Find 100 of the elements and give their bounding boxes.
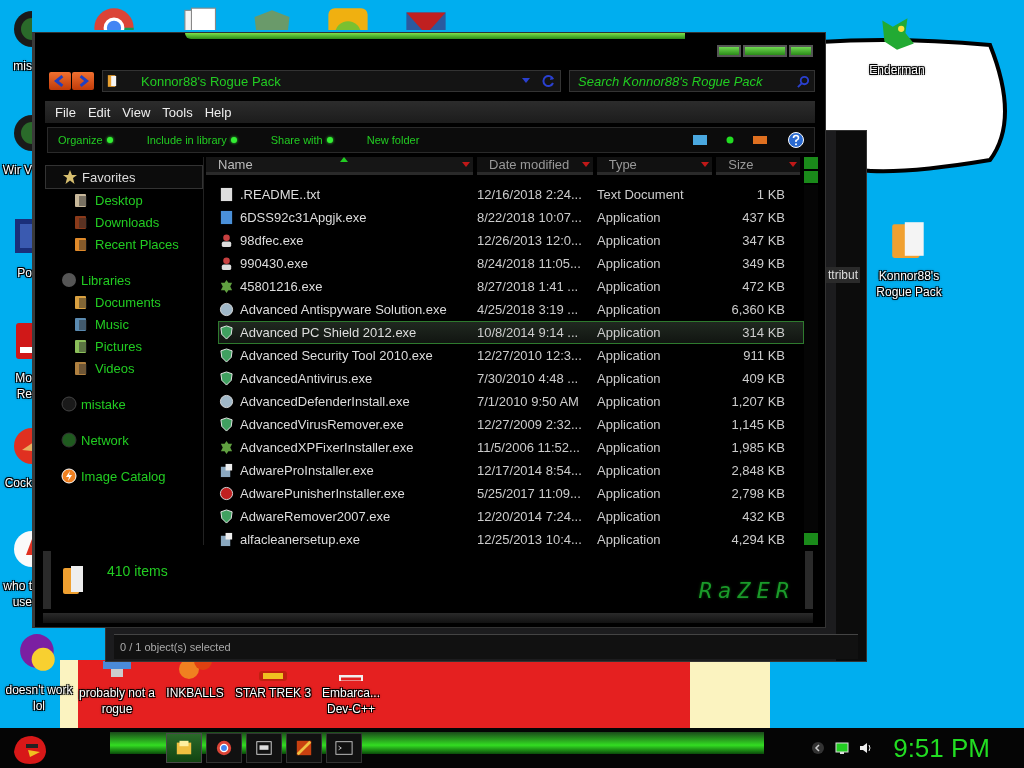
volume-icon[interactable] [859,741,874,755]
file-row[interactable]: AdwareRemover2007.exe 12/20/2014 7:24... Application 432 KB [218,505,804,528]
taskbar-button[interactable] [326,733,362,763]
minimize-button[interactable] [717,45,741,57]
taskbar-button[interactable] [246,733,282,763]
file-row[interactable]: Advanced Antispyware Solution.exe 4/25/2018 3:19 ... Application 6,360 KB [218,298,804,321]
menu-item[interactable]: View [118,102,159,122]
date-cell-text: 12/25/2013 10:4... [477,532,583,547]
date-cell-text: 8/24/2018 11:05... [477,256,582,271]
search-icon[interactable] [797,74,810,88]
file-row[interactable]: AdwareProInstaller.exe 12/17/2014 8:54... Application 2,848 KB [218,459,804,482]
menu-item[interactable]: Help [200,102,240,122]
nav-item[interactable]: Image Catalog [45,465,203,487]
size-cell-text: 432 KB [741,509,785,524]
taskbar-button[interactable] [286,733,322,763]
file-row[interactable]: 6DSS92c31Apgjk.exe 8/22/2018 10:07... Application 437 KB [218,206,804,229]
type-cell-text: Application [597,417,662,432]
nav-item[interactable]: Desktop [45,189,203,211]
back-button[interactable] [49,72,71,90]
vertical-scrollbar[interactable] [804,157,818,545]
view-icon[interactable] [692,134,708,146]
nav-icon [61,468,77,484]
size-cell-text: 347 KB [741,233,785,248]
file-icon [219,463,234,478]
preview-pane-icon[interactable] [752,134,768,146]
nav-item[interactable]: mistake [45,393,203,415]
file-row[interactable]: AdvancedVirusRemover.exe 12/27/2009 2:32... Application 1,145 KB [218,413,804,436]
nav-item[interactable]: Documents [45,291,203,313]
column-header[interactable]: ttribut [826,267,860,283]
file-name: Advanced Security Tool 2010.exe [240,348,433,363]
clock[interactable]: 9:51 PM [893,732,990,764]
file-row[interactable]: 98dfec.exe 12/26/2013 12:0... Application 347 KB [218,229,804,252]
icon-label: Enderman [868,62,926,78]
file-row[interactable]: Advanced Security Tool 2010.exe 12/27/2010 12:3... Application 911 KB [218,344,804,367]
taskbar-button[interactable] [166,733,202,763]
file-row[interactable]: alfacleanersetup.exe 12/25/2013 10:4... Application 4,294 KB [218,528,804,551]
network-icon[interactable] [835,741,850,755]
console-icon [335,739,353,757]
dropdown-icon[interactable] [789,161,797,168]
help-icon[interactable] [788,132,804,148]
file-icon [219,532,234,547]
nav-icon [61,396,77,412]
column-header[interactable]: Size [716,157,800,175]
dropdown-icon[interactable] [581,161,590,168]
toolbar-button[interactable]: Share with [266,134,363,146]
toolbar-button[interactable]: New folder [362,134,450,146]
icon-label: who t use [2,578,32,610]
file-row[interactable]: Advanced PC Shield 2012.exe 10/8/2014 9:14 ... Application 314 KB [218,321,804,344]
file-row[interactable]: AdvancedDefenderInstall.exe 7/1/2010 9:50 AM Application 1,207 KB [218,390,804,413]
toolbar-button[interactable]: Include in library [142,134,267,146]
file-icon [219,440,234,455]
folder-icon [175,739,193,757]
type-cell-text: Application [597,371,662,386]
nav-item[interactable]: Music [45,313,203,335]
file-name: AdwareRemover2007.exe [240,509,391,524]
nav-item[interactable]: Favorites [45,165,203,189]
size-cell-text: 1,207 KB [730,394,785,409]
dropdown-icon[interactable] [522,78,530,84]
dropdown-icon[interactable] [462,161,471,168]
type-cell-text: Application [597,509,662,524]
maximize-button[interactable] [743,45,787,57]
toolbar-button[interactable]: Organize [54,134,143,146]
file-row[interactable]: 45801216.exe 8/27/2018 1:41 ... Application 472 KB [218,275,804,298]
type-cell-text: Application [597,348,662,363]
nav-item[interactable]: Libraries [45,269,203,291]
search-field[interactable]: Search Konnor88's Rogue Pack [569,70,815,92]
file-row[interactable]: .README..txt 12/16/2018 2:24... Text Document 1 KB [218,183,804,206]
size-cell-text: 4,294 KB [730,532,785,547]
refresh-icon[interactable] [542,74,556,88]
menu-item[interactable]: File [51,102,84,122]
file-name: 45801216.exe [240,279,323,294]
file-name: .README..txt [240,187,321,202]
file-name: 990430.exe [240,256,308,271]
file-row[interactable]: AdvancedAntivirus.exe 7/30/2010 4:48 ... Application 409 KB [218,367,804,390]
address-bar[interactable]: Konnor88's Rogue Pack [102,70,561,92]
menu-item[interactable]: Tools [158,102,201,122]
nav-item[interactable]: Network [45,429,203,451]
file-icon [219,348,234,363]
nav-item[interactable]: Downloads [45,211,203,233]
nav-item[interactable]: Pictures [45,335,203,357]
close-button[interactable] [789,45,813,57]
column-header[interactable]: Date modified [477,157,593,175]
taskbar-button[interactable] [206,733,242,763]
dropdown-icon[interactable] [701,161,710,168]
file-row[interactable]: AdwarePunisherInstaller.exe 5/25/2017 11:09... Application 2,798 KB [218,482,804,505]
date-cell-text: 12/26/2013 12:0... [477,233,583,248]
icon-label: Po [16,265,32,281]
menu-item[interactable]: Edit [83,102,119,122]
forward-button[interactable] [72,72,94,90]
column-header[interactable]: Name [206,157,474,175]
nav-item[interactable]: Videos [45,357,203,379]
file-row[interactable]: 990430.exe 8/24/2018 11:05... Application 349 KB [218,252,804,275]
file-row[interactable]: AdvancedXPFixerInstaller.exe 11/5/2006 11:52... Application 1,985 KB [218,436,804,459]
file-name: 98dfec.exe [240,233,304,248]
file-icon [219,486,234,501]
file-name: alfacleanersetup.exe [240,532,360,547]
nav-item[interactable]: Recent Places [45,233,203,255]
show-hidden-icon[interactable] [811,741,826,755]
column-header[interactable]: Type [596,157,713,175]
icon-label: INKBALLS [165,685,225,701]
